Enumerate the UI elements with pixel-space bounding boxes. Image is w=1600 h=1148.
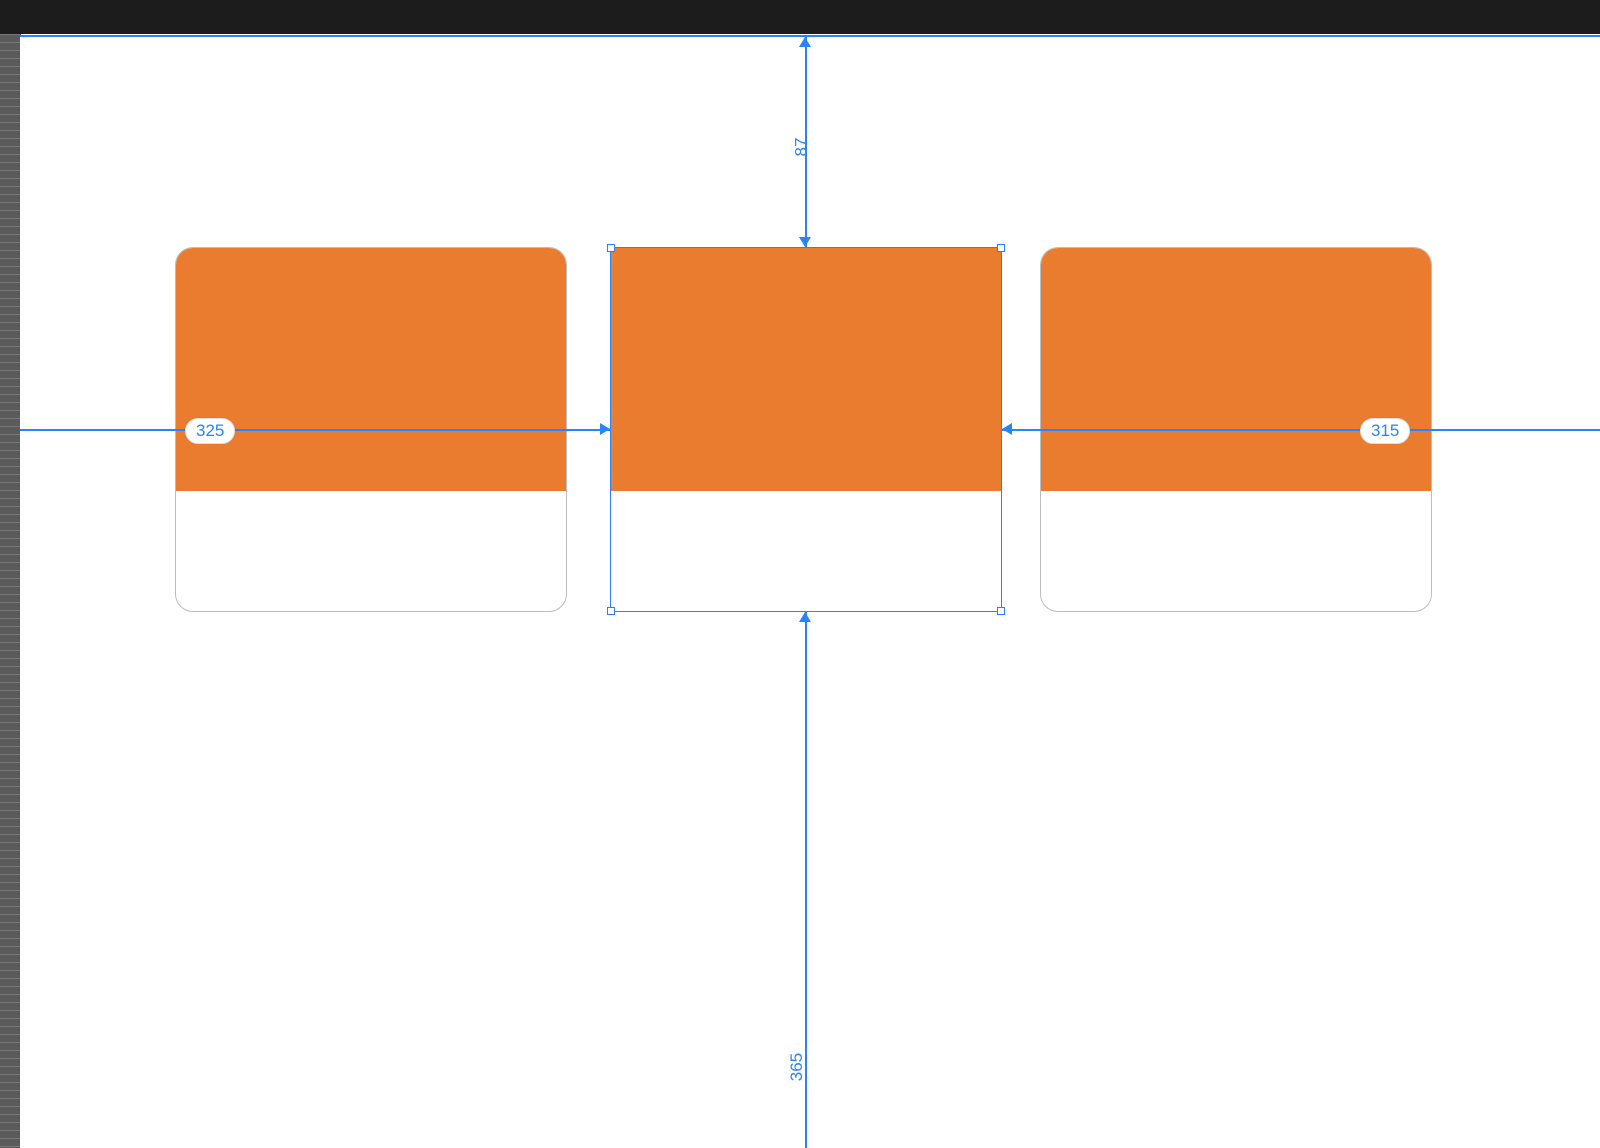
arrow-left-icon (1002, 423, 1012, 435)
distance-guide-bottom (805, 612, 807, 1148)
arrow-up-icon (799, 612, 811, 622)
card-3-fill (1041, 248, 1431, 491)
vertical-ruler[interactable] (0, 34, 21, 1148)
arrow-up-icon (799, 37, 811, 47)
app-toolbar[interactable] (0, 0, 1600, 34)
card-3[interactable] (1040, 247, 1432, 612)
arrow-down-icon (799, 237, 811, 247)
distance-label-top: 87 (791, 138, 811, 157)
distance-label-bottom: 365 (787, 1053, 807, 1081)
design-canvas[interactable]: 87 365 325 315 (20, 35, 1600, 1148)
card-2[interactable] (610, 247, 1002, 612)
distance-guide-top (805, 37, 807, 247)
card-1[interactable] (175, 247, 567, 612)
arrow-right-icon (600, 423, 610, 435)
card-2-fill (611, 248, 1001, 491)
card-1-fill (176, 248, 566, 491)
